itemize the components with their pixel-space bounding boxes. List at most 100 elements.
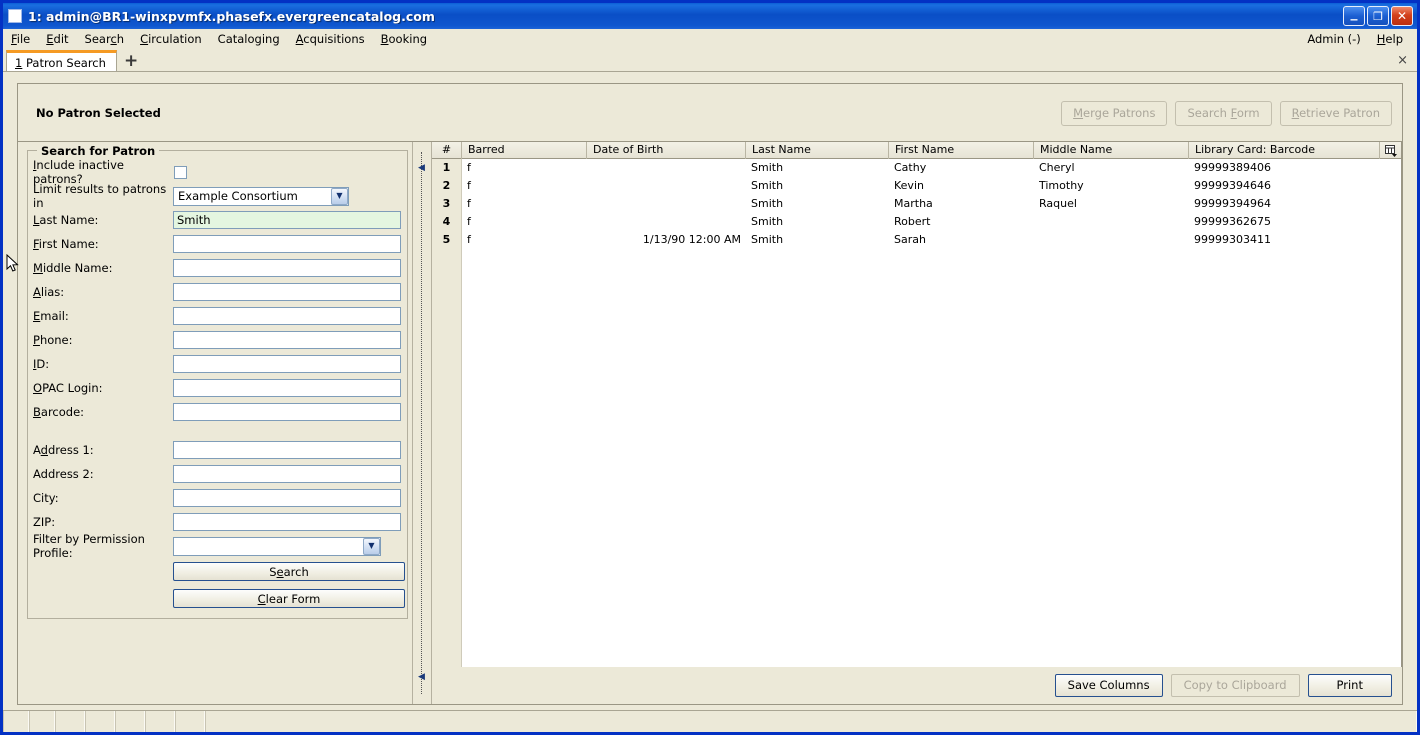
maximize-button[interactable]: ❐ [1367, 6, 1389, 26]
column-header-middle[interactable]: Middle Name [1033, 142, 1188, 159]
cell-barred: f [467, 179, 471, 192]
clear-form-button[interactable]: Clear Form [173, 589, 405, 608]
cell-dob [592, 177, 741, 195]
permission-profile-select[interactable]: ▼ [173, 536, 381, 556]
cell-middle: Cheryl [1039, 161, 1075, 174]
field-row-phone: Phone: [28, 328, 407, 352]
last-name-label: Last Name: [33, 213, 99, 227]
table-row[interactable]: 3 f Smith Martha Raquel 99999394964 [432, 195, 1401, 213]
id-label: ID: [33, 357, 50, 371]
pane-splitter[interactable]: ◀ ◀ [412, 142, 432, 704]
menu-booking[interactable]: Booking [373, 30, 435, 49]
id-input[interactable] [173, 355, 401, 373]
zip-label: ZIP: [33, 515, 56, 529]
column-header-first[interactable]: First Name [888, 142, 1033, 159]
tab-strip: 1 Patron Search + × [3, 49, 1417, 72]
clear-form-button-row: Clear Form [28, 585, 407, 612]
splitter-collapse-left-icon-bottom[interactable]: ◀ [417, 673, 426, 682]
column-header-barcode[interactable]: Library Card: Barcode [1188, 142, 1401, 159]
field-row-first-name: First Name: [28, 232, 407, 256]
include-inactive-checkbox[interactable] [174, 165, 187, 179]
search-button[interactable]: Se arch [173, 562, 405, 581]
barcode-label: Barcode: [33, 405, 85, 419]
cell-barred: f [467, 197, 471, 210]
email-input[interactable] [173, 307, 401, 325]
cell-last: Smith [751, 161, 784, 174]
menu-file[interactable]: File [3, 30, 38, 49]
minimize-icon: _ [1350, 5, 1358, 21]
chevron-down-icon: ▼ [331, 187, 348, 205]
first-name-input[interactable] [173, 235, 401, 253]
print-button[interactable]: Print [1307, 674, 1392, 697]
table-row[interactable]: 4 f Smith Robert 99999362675 [432, 213, 1401, 231]
table-row[interactable]: 1 f Smith Cathy Cheryl 99999389406 [432, 159, 1401, 177]
menu-edit[interactable]: Edit [38, 30, 76, 49]
close-button[interactable]: ✕ [1391, 6, 1413, 26]
fieldset-legend: Search for Patron [37, 144, 160, 158]
new-tab-button[interactable]: + [117, 53, 145, 71]
menu-acquisitions[interactable]: Acquisitions [288, 30, 373, 49]
cell-middle: Timothy [1039, 179, 1084, 192]
table-row[interactable]: 2 f Smith Kevin Timothy 99999394646 [432, 177, 1401, 195]
title-bar: 1: admin@BR1-winxpvmfx.phasefx.evergreen… [3, 3, 1417, 29]
address-2-input[interactable] [173, 465, 401, 483]
field-row-email: Email: [28, 304, 407, 328]
column-header-num[interactable]: # [432, 142, 461, 159]
cell-num: 5 [442, 233, 451, 246]
cell-dob: 1/13/90 12:00 AM [642, 233, 741, 246]
status-bar-segment [85, 711, 115, 732]
status-bar-segment [205, 711, 1417, 732]
minimize-button[interactable]: _ [1343, 6, 1365, 26]
alias-input[interactable] [173, 283, 401, 301]
column-header-dob[interactable]: Date of Birth [586, 142, 745, 159]
patron-header-bar: No Patron Selected Merge Patrons Search … [17, 83, 1403, 142]
column-header-barred[interactable]: Barred [461, 142, 586, 159]
menu-bar-right: Admin (-) Help [1299, 30, 1417, 49]
save-columns-button[interactable]: Save Columns [1054, 674, 1163, 697]
field-row-alias: Alias: [28, 280, 407, 304]
menu-help[interactable]: Help [1369, 30, 1411, 49]
status-bar [3, 710, 1417, 732]
cell-barred: f [467, 233, 471, 246]
email-label: Email: [33, 309, 69, 323]
permission-profile-label: Filter by Permission Profile: [33, 532, 145, 560]
address-1-input[interactable] [173, 441, 401, 459]
middle-name-input[interactable] [173, 259, 401, 277]
zip-input[interactable] [173, 513, 401, 531]
close-tab-button[interactable]: × [1397, 54, 1417, 71]
cell-barred: f [467, 161, 471, 174]
menu-circulation[interactable]: Circulation [132, 30, 210, 49]
field-row-middle-name: Middle Name: [28, 256, 407, 280]
merge-patrons-button[interactable]: Merge Patrons [1061, 100, 1168, 126]
table-row[interactable]: 5 f 1/13/90 12:00 AM Smith Sarah 99999303411 [432, 231, 1401, 249]
column-header-last[interactable]: Last Name [745, 142, 888, 159]
status-bar-segment [3, 711, 29, 732]
search-form-button[interactable]: Search Form [1175, 100, 1272, 126]
cell-last: Smith [751, 233, 784, 246]
splitter-collapse-left-icon[interactable]: ◀ [417, 164, 426, 173]
retrieve-patron-button[interactable]: Retrieve Patron [1279, 100, 1392, 126]
last-name-input[interactable] [173, 211, 401, 229]
copy-to-clipboard-button[interactable]: Copy to Clipboard [1170, 674, 1300, 697]
cell-first: Martha [894, 197, 933, 210]
menu-cataloging[interactable]: Cataloging [210, 30, 288, 49]
splitter-grip [421, 152, 423, 694]
field-row-last-name: Last Name: [28, 208, 407, 232]
column-picker-icon[interactable] [1379, 142, 1401, 159]
tab-patron-search[interactable]: 1 Patron Search [6, 50, 117, 71]
chevron-down-icon: ▼ [363, 537, 380, 555]
cell-barcode: 99999394964 [1194, 197, 1271, 210]
first-name-label: First Name: [33, 237, 99, 251]
city-input[interactable] [173, 489, 401, 507]
barcode-input[interactable] [173, 403, 401, 421]
menu-search[interactable]: Search [77, 30, 133, 49]
cell-num: 1 [442, 161, 451, 174]
window-controls: _ ❐ ✕ [1343, 6, 1417, 26]
cell-last: Smith [751, 197, 784, 210]
field-row-zip: ZIP: [28, 510, 407, 534]
limit-results-select[interactable]: Example Consortium ▼ [173, 186, 349, 206]
phone-input[interactable] [173, 331, 401, 349]
menu-admin[interactable]: Admin (-) [1299, 30, 1368, 49]
opac-login-input[interactable] [173, 379, 401, 397]
field-row-include-inactive: Include inactive patrons? [28, 158, 407, 186]
